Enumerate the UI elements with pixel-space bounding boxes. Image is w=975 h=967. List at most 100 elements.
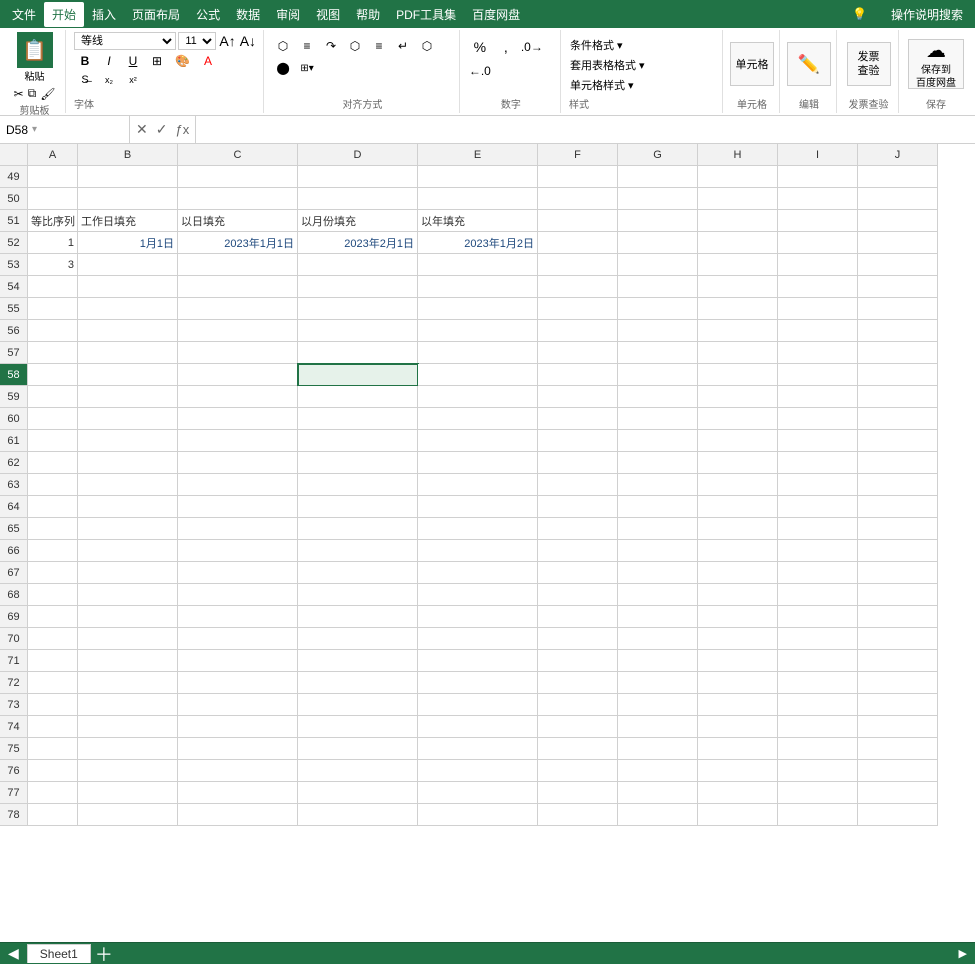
- cell-e72[interactable]: [418, 672, 538, 694]
- cell-i75[interactable]: [778, 738, 858, 760]
- cell-a73[interactable]: [28, 694, 78, 716]
- cell-e64[interactable]: [418, 496, 538, 518]
- cell-j63[interactable]: [858, 474, 938, 496]
- cell-i58[interactable]: [778, 364, 858, 386]
- edit-button[interactable]: ✏️: [787, 42, 831, 86]
- cell-b58[interactable]: [78, 364, 178, 386]
- cell-c62[interactable]: [178, 452, 298, 474]
- cell-j56[interactable]: [858, 320, 938, 342]
- format-painter-button[interactable]: 🖌: [39, 85, 56, 102]
- cell-j69[interactable]: [858, 606, 938, 628]
- cell-g61[interactable]: [618, 430, 698, 452]
- cell-b52[interactable]: 1月1日: [78, 232, 178, 254]
- cell-h58[interactable]: [698, 364, 778, 386]
- cell-b50[interactable]: [78, 188, 178, 210]
- cell-b53[interactable]: [78, 254, 178, 276]
- cancel-formula-button[interactable]: ✕: [134, 121, 150, 138]
- menu-baidu-pan[interactable]: 百度网盘: [464, 2, 528, 27]
- cell-c64[interactable]: [178, 496, 298, 518]
- cell-c55[interactable]: [178, 298, 298, 320]
- cell-h75[interactable]: [698, 738, 778, 760]
- cell-i76[interactable]: [778, 760, 858, 782]
- cell-g72[interactable]: [618, 672, 698, 694]
- cell-i55[interactable]: [778, 298, 858, 320]
- cell-j61[interactable]: [858, 430, 938, 452]
- cell-e61[interactable]: [418, 430, 538, 452]
- cell-j73[interactable]: [858, 694, 938, 716]
- cell-h67[interactable]: [698, 562, 778, 584]
- cell-a49[interactable]: [28, 166, 78, 188]
- cell-a59[interactable]: [28, 386, 78, 408]
- cell-b67[interactable]: [78, 562, 178, 584]
- cell-j76[interactable]: [858, 760, 938, 782]
- menu-review[interactable]: 审阅: [268, 2, 308, 27]
- cell-j70[interactable]: [858, 628, 938, 650]
- row-header-62[interactable]: 62: [0, 452, 28, 474]
- cell-c54[interactable]: [178, 276, 298, 298]
- cell-g74[interactable]: [618, 716, 698, 738]
- sheet-tab-sheet1[interactable]: Sheet1: [27, 944, 91, 963]
- cell-i77[interactable]: [778, 782, 858, 804]
- row-header-51[interactable]: 51: [0, 210, 28, 232]
- cell-g58[interactable]: [618, 364, 698, 386]
- superscript-button[interactable]: x²: [122, 73, 144, 87]
- cell-e74[interactable]: [418, 716, 538, 738]
- comma-button[interactable]: ,: [494, 36, 518, 58]
- cell-b78[interactable]: [78, 804, 178, 826]
- cell-i61[interactable]: [778, 430, 858, 452]
- cell-g73[interactable]: [618, 694, 698, 716]
- increase-font-button[interactable]: A↑: [218, 32, 236, 50]
- cell-i60[interactable]: [778, 408, 858, 430]
- cell-f61[interactable]: [538, 430, 618, 452]
- search-operation[interactable]: 操作说明搜索: [883, 2, 971, 27]
- cell-a74[interactable]: [28, 716, 78, 738]
- cell-a68[interactable]: [28, 584, 78, 606]
- cell-f73[interactable]: [538, 694, 618, 716]
- cell-g49[interactable]: [618, 166, 698, 188]
- cell-d65[interactable]: [298, 518, 418, 540]
- col-header-b[interactable]: B: [78, 144, 178, 166]
- cell-f75[interactable]: [538, 738, 618, 760]
- cell-h68[interactable]: [698, 584, 778, 606]
- menu-pdf[interactable]: PDF工具集: [388, 2, 464, 27]
- font-color-button[interactable]: A: [197, 52, 219, 70]
- row-header-50[interactable]: 50: [0, 188, 28, 210]
- cell-g66[interactable]: [618, 540, 698, 562]
- cell-j66[interactable]: [858, 540, 938, 562]
- cell-i64[interactable]: [778, 496, 858, 518]
- cell-f65[interactable]: [538, 518, 618, 540]
- col-header-j[interactable]: J: [858, 144, 938, 166]
- cell-i67[interactable]: [778, 562, 858, 584]
- cell-b49[interactable]: [78, 166, 178, 188]
- row-header-71[interactable]: 71: [0, 650, 28, 672]
- cell-g56[interactable]: [618, 320, 698, 342]
- cell-c68[interactable]: [178, 584, 298, 606]
- cell-h66[interactable]: [698, 540, 778, 562]
- cell-e60[interactable]: [418, 408, 538, 430]
- col-header-c[interactable]: C: [178, 144, 298, 166]
- cell-f67[interactable]: [538, 562, 618, 584]
- cell-h59[interactable]: [698, 386, 778, 408]
- cell-c63[interactable]: [178, 474, 298, 496]
- cell-b64[interactable]: [78, 496, 178, 518]
- cell-e70[interactable]: [418, 628, 538, 650]
- row-header-72[interactable]: 72: [0, 672, 28, 694]
- cell-c51[interactable]: 以日填充: [178, 210, 298, 232]
- align-justify-button[interactable]: ⬤: [272, 58, 294, 78]
- cell-g65[interactable]: [618, 518, 698, 540]
- cell-d54[interactable]: [298, 276, 418, 298]
- cell-d55[interactable]: [298, 298, 418, 320]
- col-header-f[interactable]: F: [538, 144, 618, 166]
- cell-i71[interactable]: [778, 650, 858, 672]
- cell-d62[interactable]: [298, 452, 418, 474]
- cell-i51[interactable]: [778, 210, 858, 232]
- cell-i62[interactable]: [778, 452, 858, 474]
- cell-h51[interactable]: [698, 210, 778, 232]
- cell-d75[interactable]: [298, 738, 418, 760]
- cell-g70[interactable]: [618, 628, 698, 650]
- cell-g68[interactable]: [618, 584, 698, 606]
- cell-b65[interactable]: [78, 518, 178, 540]
- cell-i70[interactable]: [778, 628, 858, 650]
- cell-d73[interactable]: [298, 694, 418, 716]
- cell-c78[interactable]: [178, 804, 298, 826]
